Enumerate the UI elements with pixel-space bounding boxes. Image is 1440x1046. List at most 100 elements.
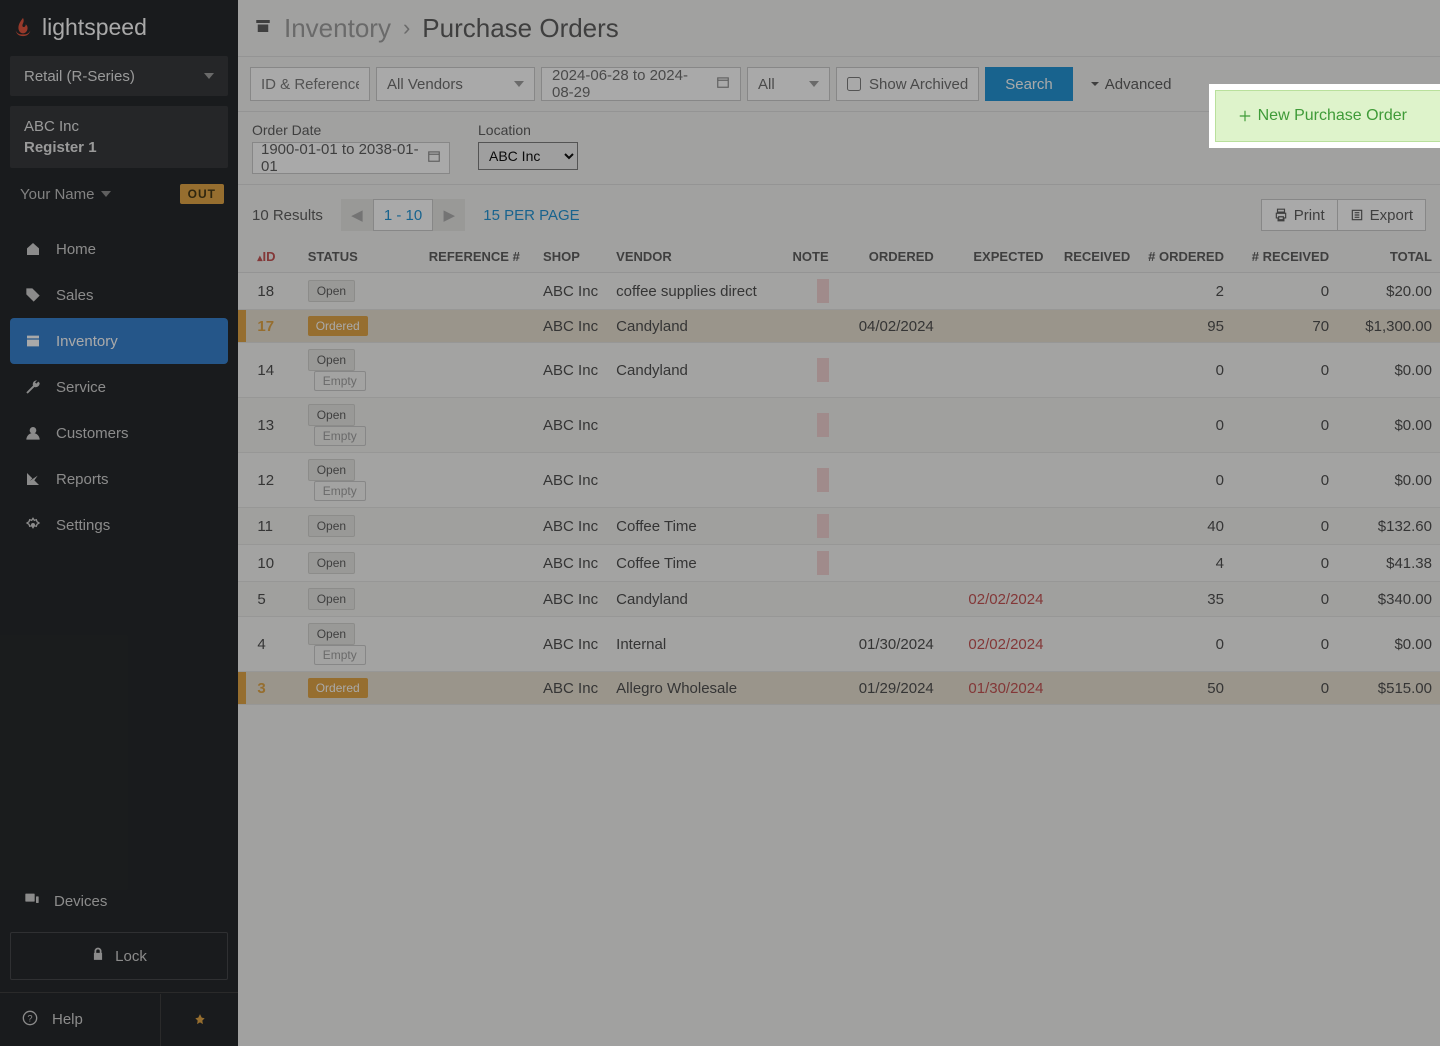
order-date-value: 1900-01-01 to 2038-01-01 — [261, 141, 421, 175]
th-vendor[interactable]: VENDOR — [608, 241, 779, 273]
cell-vendor: Allegro Wholesale — [608, 672, 779, 705]
cell-vendor: Candyland — [608, 343, 779, 398]
th-ordered[interactable]: ORDERED — [837, 241, 942, 273]
status-badge: Ordered — [308, 678, 368, 698]
cell-note — [780, 672, 837, 705]
sidebar: lightspeed Retail (R-Series) ABC Inc Reg… — [0, 0, 238, 1046]
lock-label: Lock — [115, 948, 147, 965]
cell-id: 4 — [249, 617, 299, 672]
nav-inventory[interactable]: Inventory — [10, 318, 228, 364]
table-row[interactable]: 5OpenABC IncCandyland02/02/2024350$340.0… — [238, 582, 1440, 617]
table-row[interactable]: 3OrderedABC IncAllegro Wholesale01/29/20… — [238, 672, 1440, 705]
cell-ordered — [837, 453, 942, 508]
flame-icon — [12, 16, 34, 38]
table-row[interactable]: 11OpenABC IncCoffee Time400$132.60 — [238, 508, 1440, 545]
cell-status: Open — [300, 582, 421, 617]
pin-button[interactable] — [160, 994, 238, 1046]
show-archived-input[interactable] — [847, 77, 861, 91]
row-accent — [238, 453, 246, 507]
cell-expected: 02/02/2024 — [942, 617, 1052, 672]
cell-expected — [942, 453, 1052, 508]
wrench-icon — [24, 379, 42, 395]
print-button[interactable]: Print — [1261, 199, 1338, 231]
company-box[interactable]: ABC Inc Register 1 — [10, 106, 228, 168]
company-name: ABC Inc — [24, 116, 214, 137]
id-reference-input[interactable] — [250, 67, 370, 101]
cell-vendor: Internal — [608, 617, 779, 672]
product-selector[interactable]: Retail (R-Series) — [10, 56, 228, 96]
out-badge[interactable]: OUT — [180, 184, 224, 204]
help-label: Help — [52, 1011, 83, 1028]
show-archived-label: Show Archived — [869, 76, 968, 93]
order-date-input[interactable]: 1900-01-01 to 2038-01-01 — [252, 142, 450, 174]
cell-num-ordered: 4 — [1138, 545, 1232, 582]
nav-settings[interactable]: Settings — [10, 502, 228, 548]
cell-shop: ABC Inc — [535, 672, 608, 705]
cell-note — [780, 453, 837, 508]
cell-shop: ABC Inc — [535, 453, 608, 508]
nav-reports[interactable]: Reports — [10, 456, 228, 502]
date-range-input[interactable]: 2024-06-28 to 2024-08-29 — [541, 67, 741, 101]
cell-id: 18 — [249, 273, 299, 310]
register-name: Register 1 — [24, 137, 214, 158]
th-total[interactable]: TOTAL — [1337, 241, 1440, 273]
cell-status: OpenEmpty — [300, 617, 421, 672]
per-page-link[interactable]: 15 PER PAGE — [483, 207, 579, 224]
pager-prev[interactable]: ◀ — [341, 199, 373, 231]
th-reference[interactable]: REFERENCE # — [421, 241, 535, 273]
table-row[interactable]: 13OpenEmptyABC Inc00$0.00 — [238, 398, 1440, 453]
cell-reference — [421, 672, 535, 705]
advanced-label: Advanced — [1105, 76, 1172, 93]
cell-status: Ordered — [300, 310, 421, 343]
chevron-down-icon — [809, 81, 819, 87]
cell-num-received: 0 — [1232, 273, 1337, 310]
cell-note — [780, 582, 837, 617]
pager-next[interactable]: ▶ — [433, 199, 465, 231]
status-filter[interactable]: All — [747, 67, 830, 101]
nav-home[interactable]: Home — [10, 226, 228, 272]
help-button[interactable]: ? Help — [0, 1010, 160, 1030]
th-note[interactable]: NOTE — [780, 241, 837, 273]
cell-expected — [942, 508, 1052, 545]
pager-range[interactable]: 1 - 10 — [373, 199, 433, 231]
nav-sales[interactable]: Sales — [10, 272, 228, 318]
table-row[interactable]: 17OrderedABC IncCandyland04/02/20249570$… — [238, 310, 1440, 343]
chevron-right-icon: › — [403, 15, 410, 41]
export-icon — [1350, 208, 1364, 222]
th-num-ordered[interactable]: # ORDERED — [1138, 241, 1232, 273]
search-button[interactable]: Search — [985, 67, 1073, 101]
export-button[interactable]: Export — [1337, 199, 1426, 231]
th-id[interactable]: ▴ID — [249, 241, 299, 273]
table-row[interactable]: 10OpenABC IncCoffee Time40$41.38 — [238, 545, 1440, 582]
breadcrumb-parent[interactable]: Inventory — [284, 13, 391, 44]
calendar-icon — [427, 149, 441, 167]
table-row[interactable]: 14OpenEmptyABC IncCandyland00$0.00 — [238, 343, 1440, 398]
th-expected[interactable]: EXPECTED — [942, 241, 1052, 273]
cell-num-ordered: 0 — [1138, 617, 1232, 672]
table-row[interactable]: 4OpenEmptyABC IncInternal01/30/202402/02… — [238, 617, 1440, 672]
th-shop[interactable]: SHOP — [535, 241, 608, 273]
th-status[interactable]: STATUS — [300, 241, 421, 273]
vendor-filter[interactable]: All Vendors — [376, 67, 535, 101]
show-archived-checkbox[interactable]: Show Archived — [836, 67, 979, 101]
cell-reference — [421, 508, 535, 545]
location-select[interactable]: ABC Inc — [478, 142, 578, 170]
table-row[interactable]: 18OpenABC Inccoffee supplies direct20$20… — [238, 273, 1440, 310]
advanced-toggle[interactable]: Advanced — [1089, 76, 1172, 93]
cell-reference — [421, 273, 535, 310]
cell-id: 11 — [249, 508, 299, 545]
lock-button[interactable]: Lock — [10, 932, 228, 980]
table-row[interactable]: 12OpenEmptyABC Inc00$0.00 — [238, 453, 1440, 508]
empty-badge: Empty — [314, 481, 366, 501]
nav-service[interactable]: Service — [10, 364, 228, 410]
user-menu[interactable]: Your Name — [20, 186, 111, 203]
th-num-received[interactable]: # RECEIVED — [1232, 241, 1337, 273]
cell-total: $20.00 — [1337, 273, 1440, 310]
nav-customers[interactable]: Customers — [10, 410, 228, 456]
logo: lightspeed — [0, 0, 238, 54]
new-purchase-order-button[interactable]: New Purchase Order — [1215, 90, 1440, 142]
cell-received — [1051, 545, 1138, 582]
nav-devices[interactable]: Devices — [10, 878, 228, 924]
th-received[interactable]: RECEIVED — [1051, 241, 1138, 273]
cell-vendor: Candyland — [608, 310, 779, 343]
